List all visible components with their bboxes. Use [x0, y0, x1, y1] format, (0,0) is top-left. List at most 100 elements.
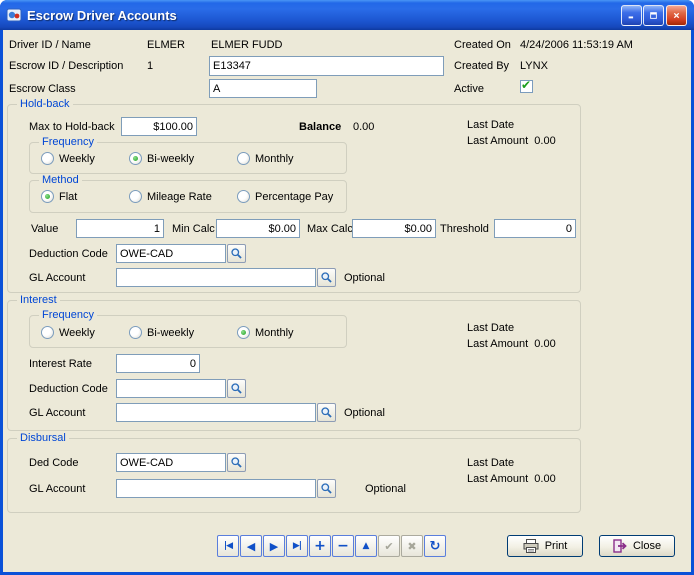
holdback-last-date-label: Last Date [467, 119, 514, 132]
radio-circle [237, 190, 250, 203]
ded-code-label: Ded Code [29, 457, 79, 470]
holdback-frequency-weekly-radio[interactable]: Weekly [41, 152, 95, 165]
interest-last-date-label: Last Date [467, 322, 514, 335]
interest-last-amount-label: Last Amount [467, 338, 528, 350]
holdback-gl-account-lookup-button[interactable] [317, 268, 336, 287]
nav-cancel-button[interactable]: ✖ [401, 535, 423, 557]
print-button-label: Print [545, 540, 568, 552]
interest-deduction-code-lookup-button[interactable] [227, 379, 246, 398]
check-icon: ✔ [521, 78, 531, 92]
app-icon[interactable] [6, 7, 22, 23]
nav-post-button[interactable]: ✔ [378, 535, 400, 557]
interest-gl-account-label: GL Account [29, 407, 85, 420]
radio-label: Monthly [255, 153, 294, 165]
max-to-holdback-label: Max to Hold-back [29, 121, 115, 134]
nav-next-button[interactable]: ▶ [263, 535, 285, 557]
nav-prior-button[interactable]: ◀ [240, 535, 262, 557]
ded-code-lookup-button[interactable] [227, 453, 246, 472]
radio-circle-selected [237, 326, 250, 339]
escrow-id-description-label: Escrow ID / Description [9, 60, 123, 73]
window-title: Escrow Driver Accounts [27, 8, 177, 23]
interest-frequency-weekly-radio[interactable]: Weekly [41, 326, 95, 339]
ded-code-input[interactable] [116, 453, 226, 472]
holdback-frequency-title: Frequency [39, 136, 97, 149]
interest-frequency-title: Frequency [39, 309, 97, 322]
radio-label: Monthly [255, 327, 294, 339]
active-label: Active [454, 83, 484, 96]
balance-value: 0.00 [353, 121, 374, 134]
radio-circle-selected [41, 190, 54, 203]
close-button[interactable]: Close [599, 535, 675, 557]
magnifier-icon [320, 482, 333, 495]
magnifier-icon [320, 406, 333, 419]
holdback-deduction-code-input[interactable] [116, 244, 226, 263]
threshold-label: Threshold [440, 223, 489, 236]
holdback-last-amount: Last Amount 0.00 [467, 135, 556, 148]
interest-last-amount: Last Amount 0.00 [467, 338, 556, 351]
disbursal-optional-label: Optional [365, 483, 406, 496]
interest-deduction-code-input[interactable] [116, 379, 226, 398]
escrow-class-input[interactable] [209, 79, 317, 98]
disbursal-last-amount-label: Last Amount [467, 473, 528, 485]
radio-label: Bi-weekly [147, 153, 194, 165]
radio-label: Percentage Pay [255, 191, 333, 203]
interest-rate-label: Interest Rate [29, 358, 92, 371]
holdback-group-title: Hold-back [17, 98, 73, 111]
active-checkbox[interactable]: ✔ [520, 80, 533, 93]
nav-insert-button[interactable]: + [309, 535, 331, 557]
radio-label: Weekly [59, 327, 95, 339]
radio-circle [129, 190, 142, 203]
print-button[interactable]: Print [507, 535, 583, 557]
interest-deduction-code-label: Deduction Code [29, 383, 108, 396]
nav-delete-button[interactable]: − [332, 535, 354, 557]
nav-refresh-button[interactable]: ↻ [424, 535, 446, 557]
disbursal-gl-account-lookup-button[interactable] [317, 479, 336, 498]
holdback-deduction-code-lookup-button[interactable] [227, 244, 246, 263]
disbursal-last-amount-value: 0.00 [534, 473, 555, 485]
minimize-button[interactable] [621, 5, 642, 26]
holdback-gl-account-input[interactable] [116, 268, 316, 287]
method-percentage-pay-radio[interactable]: Percentage Pay [237, 190, 333, 203]
maximize-button[interactable] [643, 5, 664, 26]
magnifier-icon [230, 247, 243, 260]
interest-frequency-biweekly-radio[interactable]: Bi-weekly [129, 326, 194, 339]
disbursal-last-date-label: Last Date [467, 457, 514, 470]
holdback-frequency-biweekly-radio[interactable]: Bi-weekly [129, 152, 194, 165]
holdback-deduction-code-label: Deduction Code [29, 248, 108, 261]
interest-gl-account-input[interactable] [116, 403, 316, 422]
created-by-value: LYNX [520, 60, 548, 73]
interest-frequency-monthly-radio[interactable]: Monthly [237, 326, 294, 339]
driver-id-value: ELMER [147, 39, 185, 52]
driver-name-value: ELMER FUDD [211, 39, 283, 52]
max-calc-label: Max Calc [307, 223, 353, 236]
radio-label: Bi-weekly [147, 327, 194, 339]
threshold-input[interactable] [494, 219, 576, 238]
nav-edit-button[interactable]: ▲ [355, 535, 377, 557]
min-calc-label: Min Calc [172, 223, 215, 236]
method-flat-radio[interactable]: Flat [41, 190, 77, 203]
interest-last-amount-value: 0.00 [534, 338, 555, 350]
escrow-id-value: 1 [147, 60, 153, 73]
interest-group-title: Interest [17, 294, 60, 307]
method-mileage-rate-radio[interactable]: Mileage Rate [129, 190, 212, 203]
escrow-driver-accounts-window: Escrow Driver Accounts Driver ID / Name … [0, 0, 694, 575]
printer-icon [523, 539, 539, 553]
holdback-last-amount-label: Last Amount [467, 135, 528, 147]
value-input[interactable] [76, 219, 164, 238]
minimize-icon [628, 10, 635, 21]
close-window-button[interactable] [666, 5, 687, 26]
balance-label: Balance [299, 121, 341, 134]
disbursal-last-amount: Last Amount 0.00 [467, 473, 556, 486]
interest-rate-input[interactable] [116, 354, 200, 373]
interest-gl-account-lookup-button[interactable] [317, 403, 336, 422]
holdback-frequency-monthly-radio[interactable]: Monthly [237, 152, 294, 165]
title-bar: Escrow Driver Accounts [0, 0, 694, 30]
radio-circle-selected [129, 152, 142, 165]
max-calc-input[interactable] [352, 219, 436, 238]
escrow-description-input[interactable] [209, 56, 444, 76]
nav-first-button[interactable]: |◀ [217, 535, 239, 557]
disbursal-gl-account-input[interactable] [116, 479, 316, 498]
max-to-holdback-input[interactable] [121, 117, 197, 136]
nav-last-button[interactable]: ▶| [286, 535, 308, 557]
min-calc-input[interactable] [216, 219, 300, 238]
